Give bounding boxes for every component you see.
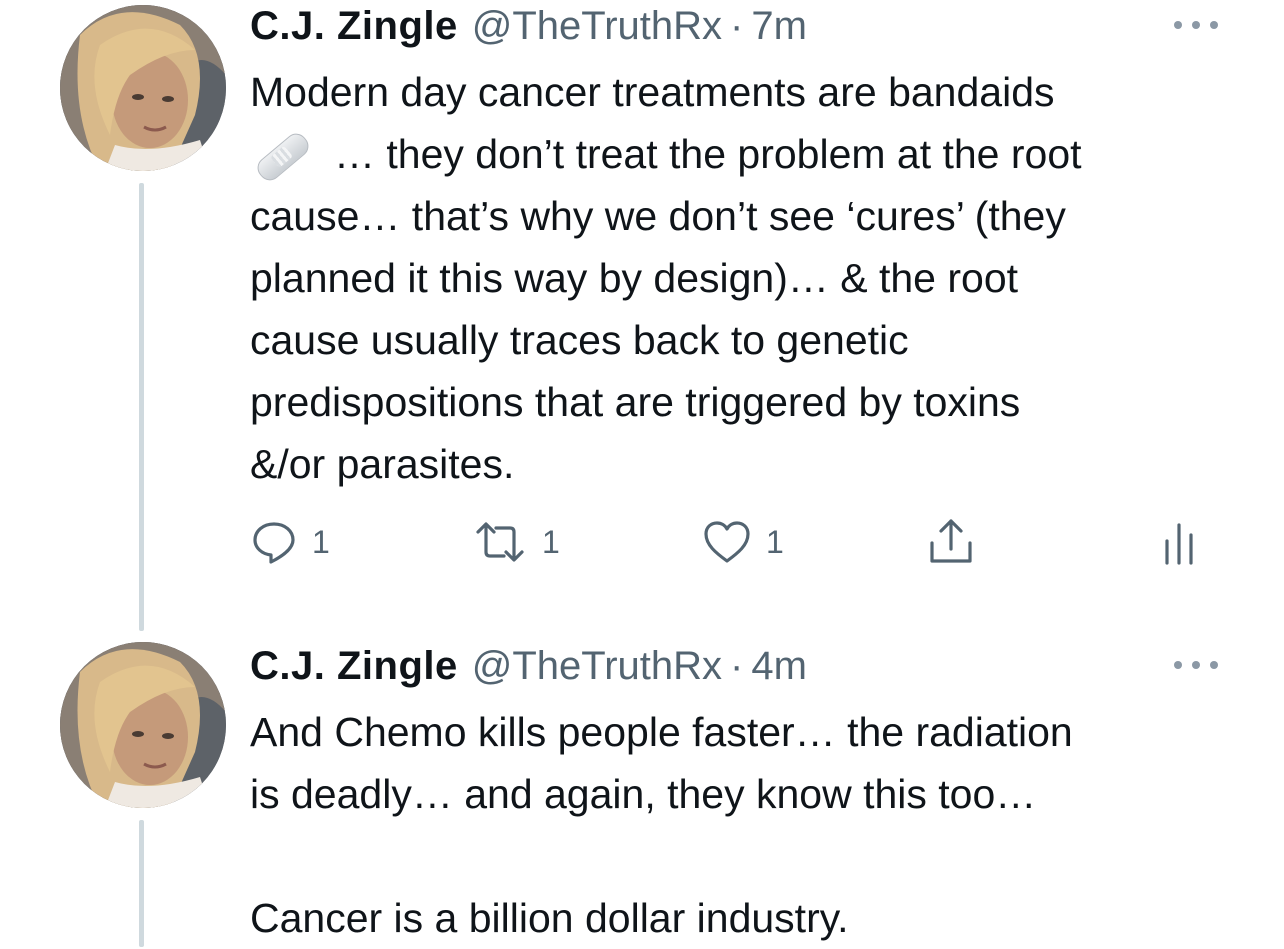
bandage-emoji (253, 129, 313, 186)
share-icon (930, 519, 972, 563)
more-dots-icon[interactable] (1174, 18, 1218, 32)
tweet-header: C.J. Zingle @TheTruthRx · 4m (250, 644, 807, 694)
author-name[interactable]: C.J. Zingle (250, 644, 458, 689)
tweet-header: C.J. Zingle @TheTruthRx · 7m (250, 4, 807, 54)
thread-line (139, 183, 144, 631)
author-handle[interactable]: @TheTruthRx (472, 644, 722, 689)
share-button[interactable] (926, 512, 976, 572)
author-name[interactable]: C.J. Zingle (250, 4, 458, 49)
avatar-photo (60, 642, 226, 808)
retweet-icon (476, 522, 524, 562)
author-handle[interactable]: @TheTruthRx (472, 4, 722, 49)
tweet-text-line: cause usually traces back to genetic (250, 317, 909, 363)
tweet-text-line: cause… that’s why we don’t see ‘cures’ (… (250, 193, 1066, 239)
analytics-icon (1165, 523, 1193, 565)
reply-icon (253, 522, 295, 564)
tweet-text-line: Modern day cancer treatments are bandaid… (250, 69, 1055, 115)
separator: · (730, 644, 744, 688)
timestamp[interactable]: 4m (751, 644, 807, 689)
tweet-text-line: And Chemo kills people faster… the radia… (250, 709, 1073, 755)
thread-line (139, 820, 144, 947)
tweet-text: Modern day cancer treatments are bandaid… (250, 61, 1240, 495)
tweet-text-line: planned it this way by design)… & the ro… (250, 255, 1019, 301)
heart-icon (704, 521, 750, 563)
tweet-text-line: predispositions that are triggered by to… (250, 379, 1021, 425)
more-dots-icon[interactable] (1174, 658, 1218, 672)
tweet[interactable]: C.J. Zingle @TheTruthRx · 7m Modern day … (0, 0, 1284, 640)
analytics-button[interactable] (1162, 512, 1196, 572)
tweet[interactable]: C.J. Zingle @TheTruthRx · 4m And Chemo k… (0, 640, 1284, 947)
separator: · (730, 4, 744, 48)
tweet-text-line (250, 825, 1240, 887)
tweet-text-line: &/or parasites. (250, 441, 515, 487)
avatar[interactable] (60, 5, 226, 171)
tweet-actions: 1 1 1 (250, 512, 1210, 572)
like-count: 1 (766, 523, 784, 560)
tweet-text-line-content: … they don’t treat the problem at the ro… (334, 131, 1082, 177)
reply-button[interactable]: 1 (250, 512, 330, 572)
tweet-text: And Chemo kills people faster… the radia… (250, 701, 1240, 949)
tweet-text-line: … they don’t treat the problem at the ro… (250, 123, 1240, 186)
reply-count: 1 (312, 523, 330, 560)
avatar[interactable] (60, 642, 226, 808)
timestamp[interactable]: 7m (751, 4, 807, 49)
retweet-button[interactable]: 1 (472, 512, 560, 572)
retweet-count: 1 (542, 523, 560, 560)
tweet-text-line: Cancer is a billion dollar industry. (250, 895, 849, 941)
like-button[interactable]: 1 (702, 512, 784, 572)
avatar-photo (60, 5, 226, 171)
tweet-text-line: is deadly… and again, they know this too… (250, 771, 1037, 817)
